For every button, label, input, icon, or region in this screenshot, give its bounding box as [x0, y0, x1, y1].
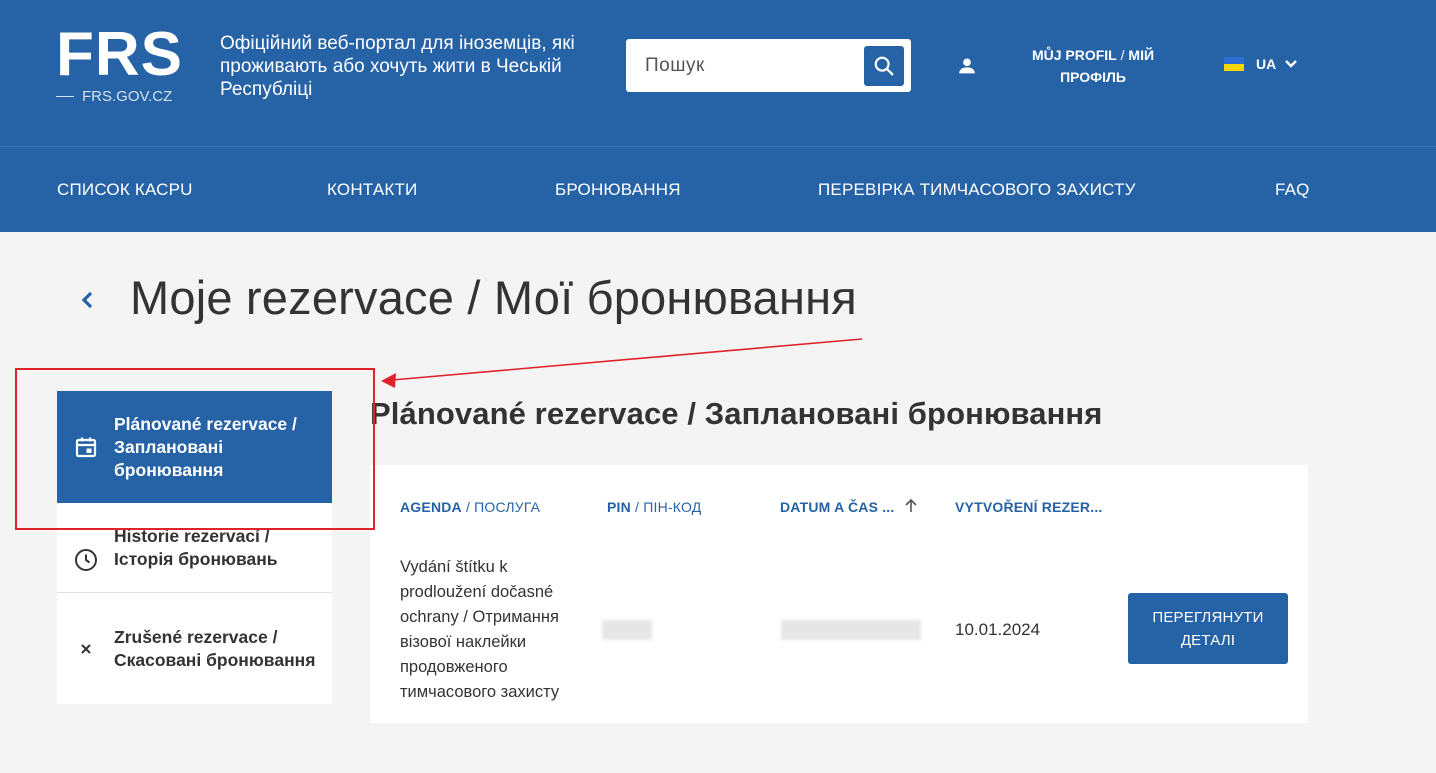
search-button[interactable] [864, 46, 904, 86]
nav-item-contacts[interactable]: КОНТАКТИ [327, 180, 417, 200]
profile-link[interactable]: MŮJ PROFIL / МІЙ ПРОФІЛЬ [956, 44, 1168, 88]
language-code: UA [1256, 56, 1277, 72]
sidebar-item-cancelled[interactable]: Zrušené rezervace / Скасовані бронювання [57, 593, 332, 704]
column-header-agenda[interactable]: AGENDA / ПОСЛУГА [400, 499, 540, 515]
close-icon [74, 637, 98, 661]
main-nav: СПИСОК КАСPU КОНТАКТИ БРОНЮВАННЯ ПЕРЕВІР… [0, 146, 1436, 232]
sort-arrow-up-icon[interactable] [902, 497, 920, 515]
back-chevron-icon[interactable] [78, 288, 98, 312]
site-header: FRS FRS.GOV.CZ Офіційний веб-портал для … [0, 0, 1436, 146]
user-icon [959, 58, 975, 74]
logo-dash [56, 96, 74, 97]
sidebar-item-history[interactable]: Historie rezervací / Історія бронювань [57, 503, 332, 593]
nav-item-protection-check[interactable]: ПЕРЕВІРКА ТИМЧАСОВОГО ЗАХИСТУ [818, 180, 1136, 200]
logo-domain-text: FRS.GOV.CZ [82, 88, 173, 105]
cell-created-date: 10.01.2024 [955, 620, 1041, 639]
logo-domain: FRS.GOV.CZ [56, 88, 186, 105]
sidebar-item-planned[interactable]: Plánované rezervace / Заплановані бронюв… [57, 391, 332, 503]
profile-label-bold: MŮJ PROFIL [1031, 47, 1117, 63]
nav-item-faq[interactable]: FAQ [1275, 180, 1310, 200]
column-header-sep: / [461, 499, 475, 515]
site-tagline: Офіційний веб-портал для іноземців, які … [220, 33, 575, 100]
nav-item-kacpu-list[interactable]: СПИСОК КАСPU [57, 180, 193, 200]
search-input[interactable] [626, 39, 856, 92]
language-selector[interactable]: UA [1224, 56, 1298, 72]
sidebar-item-label: Historie rezervací / Історія бронювань [114, 526, 278, 569]
clock-icon [74, 548, 98, 572]
cell-service: Vydání štítku k prodloužení dočasné ochr… [400, 558, 560, 701]
column-header-text-alt: ПОСЛУГА [474, 499, 541, 515]
redacted-datetime [781, 620, 921, 640]
section-title: Plánované rezervace / Заплановані бронюв… [370, 396, 1103, 431]
column-header-text: PIN [607, 499, 631, 515]
reservations-sidebar: Plánované rezervace / Заплановані бронюв… [57, 391, 332, 704]
nav-item-booking[interactable]: БРОНЮВАННЯ [555, 180, 681, 200]
reservations-table: AGENDA / ПОСЛУГА PIN / ПІН-КОД DATUM A Č… [370, 465, 1308, 723]
column-header-datetime[interactable]: DATUM A ČAS ... [780, 499, 894, 515]
column-header-text: VYTVOŘENÍ REZER... [955, 499, 1103, 515]
ukraine-flag-icon [1224, 57, 1244, 71]
sidebar-item-label: Zrušené rezervace / Скасовані бронювання [114, 626, 316, 670]
chevron-down-icon [1285, 60, 1298, 68]
column-header-created[interactable]: VYTVOŘENÍ REZER... [955, 499, 1103, 515]
column-header-sep: / [630, 499, 644, 515]
profile-label: MŮJ PROFIL / МІЙ ПРОФІЛЬ [1018, 44, 1168, 88]
calendar-icon [74, 435, 98, 459]
column-header-text-alt: ПІН-КОД [643, 499, 702, 515]
page-title: Moje rezervace / Мої бронювання [130, 271, 857, 324]
view-details-button[interactable]: ПЕРЕГЛЯНУТИ ДЕТАЛІ [1128, 593, 1288, 664]
column-header-text: DATUM A ČAS ... [780, 499, 895, 515]
search-icon [874, 56, 894, 76]
search-box [626, 39, 911, 92]
logo-text: FRS [56, 20, 183, 89]
column-header-pin[interactable]: PIN / ПІН-КОД [607, 499, 701, 515]
redacted-pin [602, 620, 652, 640]
logo[interactable]: FRS FRS.GOV.CZ [56, 20, 186, 105]
column-header-text: AGENDA [400, 499, 462, 515]
profile-label-sep: / [1116, 47, 1129, 63]
sidebar-item-label: Plánované rezervace / Заплановані бронюв… [114, 413, 297, 480]
